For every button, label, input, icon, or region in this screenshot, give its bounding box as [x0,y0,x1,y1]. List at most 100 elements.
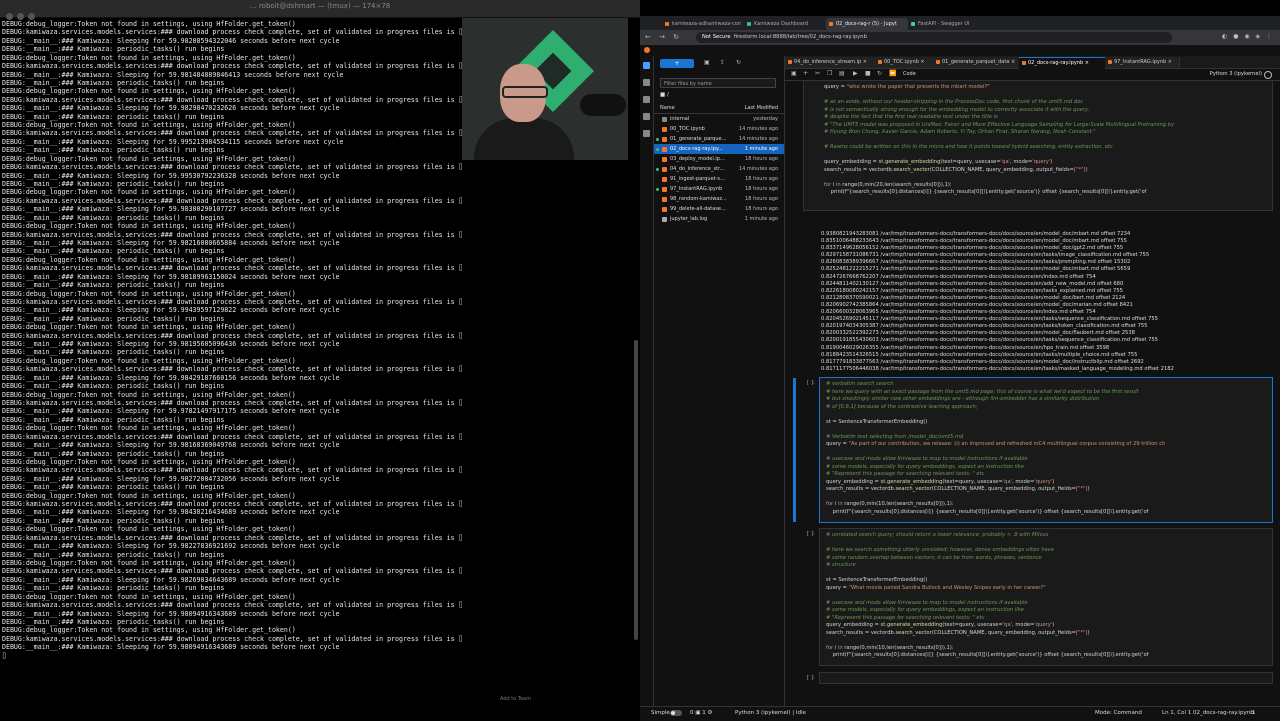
cell-source[interactable]: # unrelated search query; should return … [820,529,1272,660]
tab-label: Kamiwaza Dashboard [754,21,809,27]
browser-tab[interactable]: FastAPI - Swagger UI [908,18,990,30]
code-line: # despite the fact that the first real r… [824,114,1272,122]
command-mode: Mode: Command [1095,710,1142,716]
cell-source[interactable]: # verbatim search search # here we query … [820,378,1272,516]
new-launcher-button[interactable]: + [660,59,694,68]
notebook-tab[interactable]: 97_InstantRAG.ipynb × [1105,57,1180,68]
cursor-position[interactable]: Ln 1, Col 1 [1162,710,1191,716]
cell-type-select[interactable]: Code [903,71,916,77]
code-token: search_results = vectordb. [826,629,896,636]
file-list-item[interactable]: 99_delete-all-datase... 18 hours ago [654,204,784,214]
security-indicator[interactable]: Not Secure [702,34,731,40]
notebook-cells[interactable]: query = "who wrote the paper that presen… [785,80,1280,708]
code-line: search_results = vectordb.search_vector(… [826,630,1272,638]
code-token: # as an aside, without our header-stripp… [824,99,1084,105]
folder-icon[interactable] [643,62,650,69]
file-list-item[interactable]: 91_ingest-parquet-s... 18 hours ago [654,174,784,184]
notebook-icon [878,60,882,64]
name-column-header[interactable]: Name [660,105,675,111]
address-bar[interactable]: Not Secure firestorm.local:8888/lab/tree… [696,32,1172,43]
notebook-tab[interactable]: 04_do_inference_stream.ip × [785,57,876,68]
notebook-tab-active[interactable]: 02_docs-rag-ray.ipynb × [1019,57,1106,69]
current-file-name: 02_docs-rag-ray.ipynb [1193,710,1254,716]
file-list-item[interactable]: 04_do_inference_str... 14 minutes ago [654,164,784,174]
new-folder-icon[interactable]: ▣ [704,59,711,66]
file-list-item[interactable]: 00_TOC.ipynb 14 minutes ago [654,124,784,134]
output-line: 0.8206902742385864 /var/tmp/transformers… [821,301,1133,308]
file-path-breadcrumb[interactable]: ■ / [660,92,669,98]
empty-code-cell[interactable] [819,672,1273,684]
code-token: # usecase and mode allow Kmiwaza to map … [826,599,1028,606]
file-modified: 14 minutes ago [738,166,778,172]
file-list-item[interactable]: 97_InstantRAG.ipynb 18 hours ago [654,184,784,194]
file-list-item[interactable]: 02_docs-rag-ray.ipy... 1 minute ago [654,144,784,154]
output-line: 0.8212808370590021 /var/tmp/transformers… [821,294,1126,301]
file-modified: 14 minutes ago [738,126,778,132]
file-filter-input[interactable]: Filter files by name [660,78,776,88]
code-line: query = "What movie paired Sandra Bulloc… [826,585,1272,593]
file-list-item[interactable]: 03_deploy_model.ip... 18 hours ago [654,154,784,164]
terminal-line: DEBUG:__main__:### Kamiwaza: periodic_ta… [2,550,225,559]
terminal-line: DEBUG:kamiwaza.services.models.services:… [2,398,463,407]
terminal-line: ⌷ [2,651,6,660]
file-modified: 18 hours ago [745,206,778,212]
running-icon[interactable] [643,79,650,86]
code-token: query_embedding = st. [826,622,887,628]
code-token: , mode= [1012,478,1035,485]
restart-icon[interactable]: ↻ [877,70,882,77]
code-cell[interactable]: # unrelated search query; should return … [819,528,1273,666]
code-cell-active[interactable]: # verbatim search search # here we query … [819,377,1273,523]
code-token: search_vector [895,486,932,492]
terminal-line: DEBUG:debug_logger:Token not found in se… [2,289,296,298]
terminal-scrollbar[interactable] [634,340,638,640]
file-modified: 1 minute ago [744,216,778,222]
file-list-item[interactable]: jupyter_lab.log 1 minute ago [654,214,784,224]
add-cell-icon[interactable]: + [803,70,808,77]
paste-icon[interactable]: ▤ [839,70,845,77]
run-icon[interactable]: ▶ [853,70,858,77]
save-icon[interactable]: ▣ [791,70,797,77]
extension-icons[interactable]: ◐ ● ◉ ◈ ⋮ [1222,33,1274,40]
code-token: # Reams could be written on this in the … [824,144,1115,150]
cell-source[interactable]: query = "who wrote the paper that presen… [804,81,1272,197]
commands-icon[interactable] [643,96,650,103]
notification-count[interactable]: 1 [1252,710,1256,716]
code-line: query_embedding = st.generate_embedding(… [824,159,1272,167]
code-token: # usecase and mode allow Kmiwaza to map … [826,456,1028,462]
notebook-tab[interactable]: 01_generate_parquet_data × [933,57,1020,68]
terminal-kernel-counts[interactable]: 0 ▣ 1 ⚙ [690,710,712,716]
kernel-name[interactable]: Python 3 (ipykernel) [1210,71,1262,77]
output-line: 0.8200191855430603 /var/tmp/transformers… [821,337,1158,344]
browser-tab-active[interactable]: 02_docs-rag-r (5) - Jupyt [826,18,908,30]
modified-column-header[interactable]: Last Modified [745,105,778,111]
file-list-item[interactable]: 01_generate_parque... 14 minutes ago [654,134,784,144]
upload-icon[interactable]: ⇪ [720,59,727,66]
file-list-item[interactable]: 98_random-kamiwaz... 18 hours ago [654,194,784,204]
nav-buttons[interactable]: ← → ↻ [645,33,682,41]
output-line: 0.8244811402130127 /var/tmp/transformers… [821,280,1124,287]
output-line: 0.8200332522392273 /var/tmp/transformers… [821,330,1135,337]
notebook-tab[interactable]: 00_TOC.ipynb × [875,57,934,68]
refresh-icon[interactable]: ↻ [736,59,743,66]
code-cell[interactable]: query = "who wrote the paper that presen… [803,80,1273,211]
cut-icon[interactable]: ✂ [815,70,820,77]
browser-tab[interactable]: kamiwaza-adhamiwaza-con [662,18,744,30]
fast-forward-icon[interactable]: ⏩ [889,70,896,77]
stop-icon[interactable]: ■ [865,70,871,77]
terminal-line: DEBUG:__main__:### Kamiwaza: Sleeping fo… [2,306,340,315]
copy-icon[interactable]: ❐ [827,70,832,77]
kernel-status[interactable]: Python 3 (ipykernel) | Idle [735,710,806,716]
tabs-icon[interactable] [643,113,650,120]
simple-mode-toggle[interactable] [670,710,682,716]
file-list-item[interactable]: internal yesterday [654,114,784,124]
code-line: # Hyung Won Chung, Xavier Garcia, Adam R… [824,129,1272,137]
notebook-icon [662,197,667,202]
extension-icon[interactable] [643,130,650,137]
browser-tab[interactable]: Kamiwaza Dashboard [744,18,826,30]
code-token: ["*"] [1076,629,1088,636]
cell-output: 0.9380821943283081 /var/tmp/transformers… [821,231,1174,373]
